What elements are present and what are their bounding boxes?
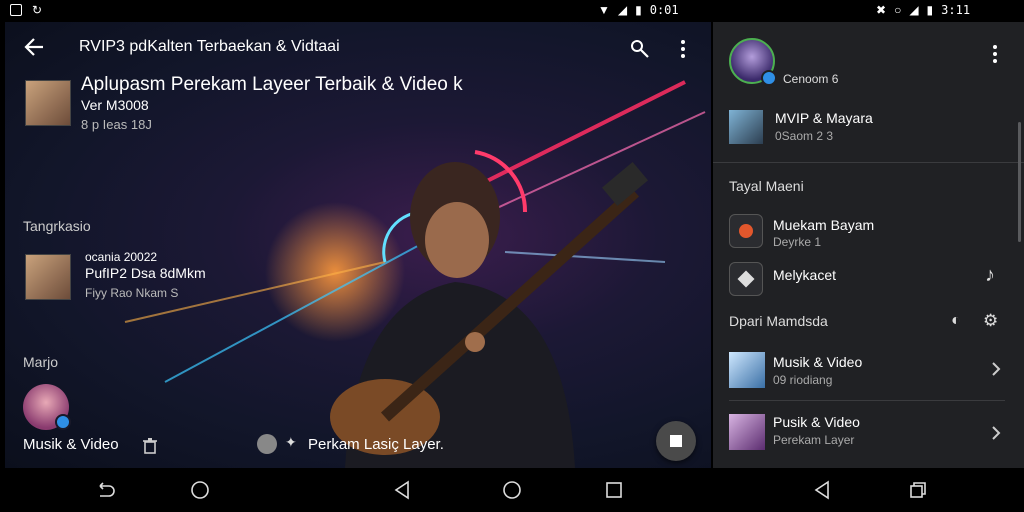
more-options-icon[interactable]	[677, 38, 689, 60]
status-time-left: 0:01	[649, 3, 679, 17]
section-label-tayal: Tayal Maeni	[729, 178, 804, 194]
stop-record-button[interactable]	[656, 421, 696, 461]
signal-icon: ◢	[909, 3, 919, 17]
music-note-icon[interactable]: ♪	[985, 264, 995, 287]
rotate-back-icon[interactable]	[96, 480, 116, 500]
musik-video-label[interactable]: Musik & Video	[23, 436, 119, 453]
status-bar: ↻ ▼ ◢ ▮ 0:01 ✖ ○ ◢ ▮ 3:11	[0, 0, 1024, 22]
list-thumbnail[interactable]	[729, 352, 765, 388]
visibility-icon[interactable]: ◐	[951, 312, 961, 330]
chevron-right-icon[interactable]	[991, 362, 1001, 376]
card-date: ocania 20022	[85, 250, 158, 264]
battery-icon: ▮	[635, 3, 642, 17]
signal-icon: ◢	[617, 3, 628, 17]
panel-more-icon[interactable]	[989, 44, 1001, 64]
card-title[interactable]: PufIP2 Dsa 8dMkm	[85, 265, 206, 281]
list-item-title[interactable]: Melykacet	[773, 267, 836, 283]
featured-title[interactable]: MVIP & Mayara	[775, 110, 873, 126]
divider	[713, 162, 1024, 163]
stop-icon	[670, 435, 682, 447]
list-thumbnail[interactable]	[729, 414, 765, 450]
version-text: Ver M3008	[81, 97, 149, 113]
featured-thumbnail[interactable]	[729, 110, 763, 144]
battery-icon: ▮	[926, 3, 934, 17]
main-media-view: RVIP3 pdKalten Terbaekan & Vidtaai Aplup…	[5, 22, 711, 468]
back-icon[interactable]	[812, 480, 832, 500]
list-item-title[interactable]: Musik & Video	[773, 354, 862, 370]
back-icon[interactable]	[392, 480, 412, 500]
app-bar-title: RVIP3 pdKalten Terbaekan & Vidtaai	[79, 38, 340, 55]
recents-icon[interactable]	[908, 480, 928, 500]
search-icon[interactable]	[629, 38, 651, 60]
sparkle-icon: ✦	[285, 434, 297, 450]
gear-icon[interactable]: ⚙	[983, 311, 998, 331]
music-app-icon[interactable]	[729, 262, 763, 296]
chevron-right-icon[interactable]	[991, 426, 1001, 440]
alarm-icon: ○	[894, 3, 902, 17]
home-icon[interactable]	[190, 480, 210, 500]
list-item-title[interactable]: Muekam Bayam	[773, 217, 874, 233]
record-source-icon[interactable]	[257, 434, 277, 454]
side-panel: Cenoom 6 MVIP & Mayara 0Saom 2 3 Tayal M…	[713, 22, 1024, 468]
card-thumbnail[interactable]	[25, 254, 71, 300]
list-item-subtitle: Perekam Layer	[773, 433, 855, 447]
scrollbar[interactable]	[1018, 122, 1021, 242]
delete-icon[interactable]	[143, 438, 157, 454]
mute-icon: ✖	[876, 3, 887, 17]
list-item-subtitle: Deyrke 1	[773, 235, 822, 249]
recents-icon[interactable]	[604, 480, 624, 500]
section-label-tangrkasio: Tangrkasio	[23, 218, 91, 234]
record-label[interactable]: Perkam Lasiç Layer.	[308, 436, 444, 453]
divider	[729, 400, 1005, 401]
section-label-marjo: Marjo	[23, 354, 59, 370]
app-thumbnail[interactable]	[25, 80, 71, 126]
app-bar: RVIP3 pdKalten Terbaekan & Vidtaai	[5, 22, 711, 74]
home-icon[interactable]	[502, 480, 522, 500]
sync-icon: ↻	[32, 3, 43, 17]
meta-info: 8 p Ieas 18J	[81, 117, 152, 132]
system-nav-bar	[0, 468, 1024, 512]
verified-badge-icon	[55, 414, 71, 430]
gallery-icon	[10, 4, 22, 16]
featured-subtitle: 0Saom 2 3	[775, 129, 834, 143]
list-item-title[interactable]: Pusik & Video	[773, 414, 860, 430]
wifi-icon: ▼	[598, 3, 610, 17]
back-arrow-icon[interactable]	[23, 36, 45, 58]
status-time-right: 3:11	[941, 3, 971, 17]
record-app-icon[interactable]	[729, 214, 763, 248]
profile-name: Cenoom 6	[783, 72, 839, 86]
verified-badge-icon	[761, 70, 777, 86]
section-label-dpari: Dpari Mamdsda	[729, 313, 828, 329]
list-item-subtitle: 09 riodiang	[773, 373, 833, 387]
page-heading: Aplupasm Perekam Layeer Terbaik & Video …	[81, 74, 463, 95]
card-subtitle: Fiyy Rao Nkam S	[85, 286, 179, 300]
